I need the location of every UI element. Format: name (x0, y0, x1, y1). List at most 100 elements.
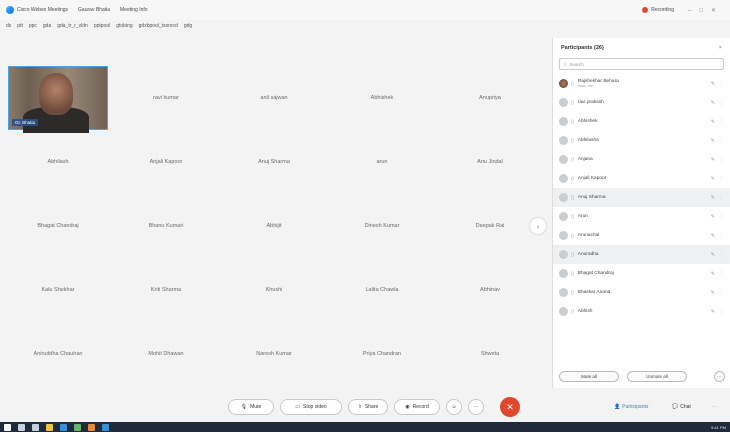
participant-tile[interactable]: Bhagat Chandraj (4, 194, 112, 258)
microphone-status-icon[interactable]: ✎ (711, 119, 715, 125)
chrome-icon[interactable] (74, 423, 81, 431)
participant-tile[interactable]: Lalita Chawla (328, 258, 436, 322)
participant-list-item[interactable]: ▯ Abhish ✎ ⋮ (553, 302, 730, 321)
topic-link[interactable]: gda_tr_r_vldn (57, 23, 88, 29)
microphone-status-icon[interactable]: ✎ (711, 176, 715, 182)
participant-tile[interactable]: Abhishek (328, 66, 436, 130)
microphone-status-icon[interactable]: ✎ (711, 81, 715, 87)
participant-list-item[interactable]: ▯ Bhaskar Anand ✎ ⋮ (553, 283, 730, 302)
participant-tile[interactable]: Dinesh Kumar (328, 194, 436, 258)
participant-tile[interactable]: Bhanu Kumari (112, 194, 220, 258)
participant-more-icon[interactable]: ⋮ (719, 119, 724, 125)
participant-tile[interactable]: Shweta (436, 322, 544, 386)
participant-tile[interactable]: Abhilash (4, 130, 112, 194)
browser-icon[interactable] (60, 423, 67, 431)
topic-link[interactable]: ptt (17, 23, 23, 29)
search-input[interactable]: ⌕ Search (559, 58, 724, 70)
recording-label[interactable]: Recording (651, 7, 674, 13)
participant-more-icon[interactable]: ⋮ (719, 176, 724, 182)
participants-toggle-button[interactable]: 👤 Participants (614, 399, 648, 415)
participant-tile[interactable]: Deepak Rai (436, 194, 544, 258)
participant-tile[interactable]: Kalu Shekhar (4, 258, 112, 322)
close-panel-icon[interactable]: × (719, 45, 722, 51)
participant-video-tile[interactable]: Gr. Bhatia (8, 66, 108, 133)
microphone-status-icon[interactable]: ✎ (711, 290, 715, 296)
microphone-status-icon[interactable]: ✎ (711, 252, 715, 258)
participant-tile[interactable]: Mohit Dhawan (112, 322, 220, 386)
participant-tile[interactable]: Anjali Kapoor (112, 130, 220, 194)
participant-list-item[interactable]: ▯ Anuradha ✎ ⋮ (553, 245, 730, 264)
menu-meeting-info[interactable]: Meeting Info (120, 7, 148, 13)
participant-list-item[interactable]: ▯ Anjali Kapoor ✎ ⋮ (553, 169, 730, 188)
topic-link[interactable]: gda (43, 23, 51, 29)
microphone-status-icon[interactable]: ✎ (711, 271, 715, 277)
participant-more-icon[interactable]: ⋮ (719, 290, 724, 296)
topic-link[interactable]: pptpool (94, 23, 110, 29)
participant-list-item[interactable]: ▯ Rajshekhar Behara Host, me ✎ ⋮ (553, 74, 730, 93)
participant-tile[interactable]: Kriti Sharma (112, 258, 220, 322)
mute-button[interactable]: 🎙 Mute (228, 399, 274, 415)
stop-video-button[interactable]: ▭ Stop video (280, 399, 342, 415)
record-button[interactable]: ◉ Record (394, 399, 440, 415)
participant-tile[interactable]: Aniruddha Chauhan (4, 322, 112, 386)
participant-tile[interactable]: Abhinav (436, 258, 544, 322)
microphone-status-icon[interactable]: ✎ (711, 157, 715, 163)
participant-more-icon[interactable]: ⋮ (719, 195, 724, 201)
participant-list-item[interactable]: ▯ Abhishek ✎ ⋮ (553, 112, 730, 131)
participant-tile[interactable]: Priya Chandran (328, 322, 436, 386)
participant-list-item[interactable]: ▯ Abhilasha ✎ ⋮ (553, 131, 730, 150)
participant-list-item[interactable]: ▯ Anuj Sharma ✎ ⋮ (553, 188, 730, 207)
microphone-status-icon[interactable]: ✎ (711, 309, 715, 315)
chat-toggle-button[interactable]: 💬 Chat (672, 399, 691, 415)
microphone-status-icon[interactable]: ✎ (711, 233, 715, 239)
participant-tile[interactable]: Anupriya (436, 66, 544, 130)
participant-more-icon[interactable]: ⋮ (719, 252, 724, 258)
file-explorer-icon[interactable] (46, 423, 53, 431)
reactions-button[interactable]: ☺ (446, 399, 462, 415)
participant-list-item[interactable]: ▯ ravi prakash ✎ ⋮ (553, 93, 730, 112)
topic-link[interactable]: gdg (184, 23, 192, 29)
more-options-button[interactable]: ··· (714, 371, 725, 382)
topic-link[interactable]: ppc (29, 23, 37, 29)
topic-link[interactable]: ds (6, 23, 11, 29)
participant-tile[interactable]: anil sajwan (220, 66, 328, 130)
unmute-all-button[interactable]: Unmute all (627, 371, 687, 382)
panel-options-button[interactable]: ⋯ (712, 399, 717, 415)
app-icon[interactable] (88, 423, 95, 431)
participant-more-icon[interactable]: ⋮ (719, 214, 724, 220)
participant-tile[interactable]: arun (328, 130, 436, 194)
window-controls[interactable]: –□✕ (688, 7, 724, 14)
webex-taskbar-icon[interactable] (102, 423, 109, 431)
next-page-button[interactable]: › (530, 218, 546, 234)
participant-list-item[interactable]: ▯ Arun ✎ ⋮ (553, 207, 730, 226)
participant-tile[interactable]: Anuj Sharma (220, 130, 328, 194)
topic-link[interactable]: gtobing (116, 23, 132, 29)
participant-tile[interactable]: Naresh Kumar (220, 322, 328, 386)
microphone-status-icon[interactable]: ✎ (711, 214, 715, 220)
task-view-icon[interactable] (32, 423, 39, 431)
end-meeting-button[interactable]: ✕ (500, 397, 520, 417)
participant-tile[interactable]: ravi kumar (112, 66, 220, 130)
participant-tile[interactable]: Abhijit (220, 194, 328, 258)
participant-more-icon[interactable]: ⋮ (719, 138, 724, 144)
participant-list-item[interactable]: ▯ Anjana ✎ ⋮ (553, 150, 730, 169)
participant-more-icon[interactable]: ⋮ (719, 81, 724, 87)
menu-host[interactable]: Gaurav Bhatia (78, 7, 110, 13)
start-icon[interactable] (4, 423, 11, 431)
participant-more-icon[interactable]: ⋮ (719, 309, 724, 315)
participant-tile[interactable]: Anu Jindal (436, 130, 544, 194)
participant-more-icon[interactable]: ⋮ (719, 100, 724, 106)
participant-list-item[interactable]: ▯ Arunachal ✎ ⋮ (553, 226, 730, 245)
microphone-status-icon[interactable]: ✎ (711, 138, 715, 144)
participant-list-item[interactable]: ▯ Bhagat Chandraj ✎ ⋮ (553, 264, 730, 283)
mute-all-button[interactable]: Mute all (559, 371, 619, 382)
more-button[interactable]: ··· (468, 399, 484, 415)
participant-tile[interactable]: Khushi (220, 258, 328, 322)
participant-more-icon[interactable]: ⋮ (719, 271, 724, 277)
share-button[interactable]: ⇧ Share (348, 399, 388, 415)
microphone-status-icon[interactable]: ✎ (711, 100, 715, 106)
topic-link[interactable]: gdxbpool_tssnrcd (139, 23, 178, 29)
search-taskbar-icon[interactable] (18, 423, 25, 431)
participant-more-icon[interactable]: ⋮ (719, 233, 724, 239)
microphone-status-icon[interactable]: ✎ (711, 195, 715, 201)
